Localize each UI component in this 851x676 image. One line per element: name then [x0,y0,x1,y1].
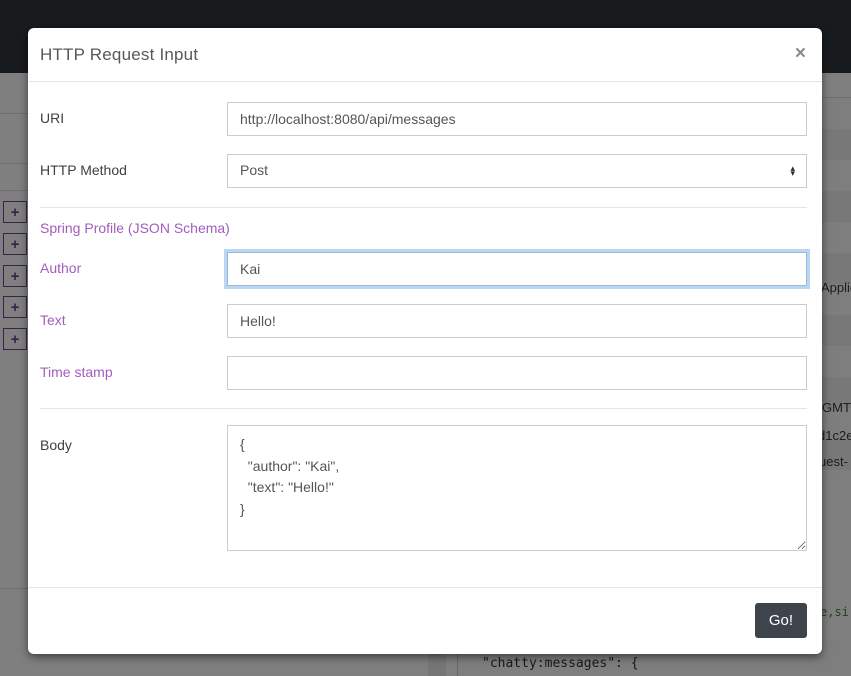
author-row: Author [28,252,822,286]
timestamp-row: Time stamp [28,356,822,390]
http-method-select[interactable]: Post ▴▾ [227,154,807,188]
section-divider [40,408,807,409]
uri-label: URI [28,102,227,126]
text-row: Text [28,304,822,338]
modal-footer: Go! [28,587,822,654]
timestamp-label: Time stamp [28,356,227,380]
screen: + + + + + Application GMT d1c2e uest- e,… [0,0,851,676]
close-icon[interactable]: × [795,44,806,63]
body-field-wrap: { "author": "Kai", "text": "Hello!" } [227,425,807,556]
body-textarea[interactable]: { "author": "Kai", "text": "Hello!" } [227,425,807,551]
text-input[interactable] [227,304,807,338]
http-method-row: HTTP Method Post ▴▾ [28,154,822,188]
uri-field-wrap [227,102,807,136]
http-method-field-wrap: Post ▴▾ [227,154,807,188]
author-label: Author [28,252,227,276]
http-request-input-modal: HTTP Request Input × URI HTTP Method Pos… [28,28,822,654]
go-button[interactable]: Go! [755,603,807,638]
modal-title: HTTP Request Input [40,45,807,65]
body-label: Body [28,425,227,453]
modal-header: HTTP Request Input × [28,28,822,82]
text-label: Text [28,304,227,328]
modal-body: URI HTTP Method Post ▴▾ Spring Profile (… [28,82,822,556]
http-method-selected-value: Post [240,162,268,178]
timestamp-field-wrap [227,356,807,390]
timestamp-input[interactable] [227,356,807,390]
http-method-label: HTTP Method [28,154,227,178]
author-field-wrap [227,252,807,286]
section-divider [40,207,807,208]
uri-row: URI [28,102,822,136]
body-row: Body { "author": "Kai", "text": "Hello!"… [28,425,822,556]
text-field-wrap [227,304,807,338]
author-input[interactable] [227,252,807,286]
schema-section-heading[interactable]: Spring Profile (JSON Schema) [40,220,807,236]
uri-input[interactable] [227,102,807,136]
select-updown-icon: ▴▾ [790,166,795,176]
